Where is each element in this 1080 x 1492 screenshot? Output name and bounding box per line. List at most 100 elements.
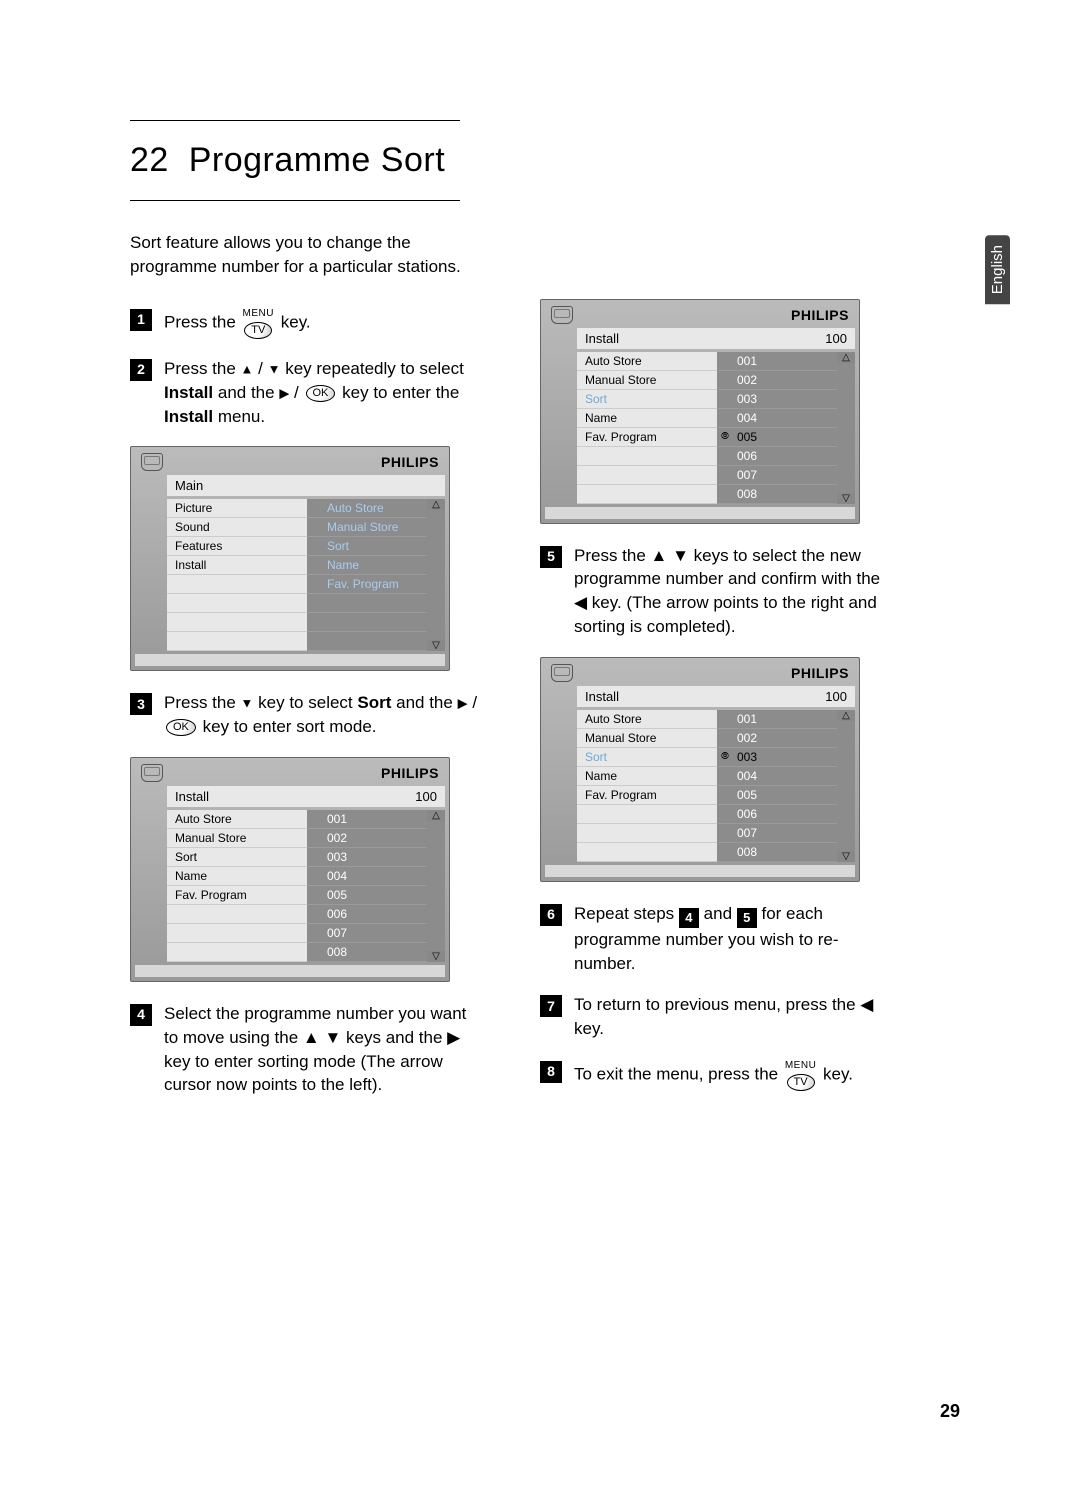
bold-text: Sort — [357, 693, 391, 712]
number-item: 005 — [717, 786, 837, 805]
step-text: Repeat steps — [574, 904, 674, 923]
brand-label: PHILIPS — [579, 665, 849, 681]
menu-item: Features — [167, 537, 307, 556]
submenu-item-empty — [307, 632, 427, 651]
step-1: 1 Press the MENU TV key. — [130, 307, 480, 339]
menu-tv-key: MENU TV — [785, 1059, 816, 1091]
panel-footer — [135, 654, 445, 666]
tv-menu-install-1: PHILIPS Install 100 Auto Store Manual St… — [130, 757, 450, 982]
menu-item-empty — [577, 824, 717, 843]
language-tab: English — [985, 235, 1010, 304]
submenu-item: Auto Store — [307, 499, 427, 518]
step-number: 8 — [540, 1061, 562, 1083]
menu-title: Install — [585, 331, 619, 346]
menu-item: Manual Store — [577, 371, 717, 390]
step-text: Press the — [164, 312, 236, 331]
step-text: key to enter sort mode. — [203, 717, 377, 736]
scrollbar: △ ▽ — [837, 352, 855, 504]
menu-item: Auto Store — [167, 810, 307, 829]
rule — [130, 120, 460, 121]
submenu-item-empty — [307, 594, 427, 613]
step-8: 8 To exit the menu, press the MENU TV ke… — [540, 1059, 890, 1091]
key-oval-label: OK — [306, 385, 336, 402]
rule — [130, 200, 460, 201]
tv-icon — [141, 453, 163, 471]
tv-menu-main: PHILIPS Main Picture Sound Features Inst… — [130, 446, 450, 671]
step-4: 4 Select the programme number you want t… — [130, 1002, 480, 1097]
heading-title: Programme Sort — [189, 141, 445, 179]
step-text: key. — [823, 1065, 853, 1084]
menu-title: Install — [585, 689, 619, 704]
brand-label: PHILIPS — [579, 307, 849, 323]
number-item: 008 — [717, 485, 837, 504]
menu-item-empty — [167, 632, 307, 651]
step-text: menu. — [218, 407, 265, 426]
menu-item-empty — [167, 613, 307, 632]
tv-icon — [141, 764, 163, 782]
scrollbar: △ ▽ — [427, 499, 445, 651]
number-item: 004 — [717, 409, 837, 428]
menu-item: Auto Store — [577, 352, 717, 371]
panel-footer — [545, 507, 855, 519]
number-item: 008 — [717, 843, 837, 862]
menu-item-empty — [577, 485, 717, 504]
ok-key: OK — [166, 719, 196, 736]
step-5: 5 Press the ▲ ▼ keys to select the new p… — [540, 544, 890, 639]
heading-number: 22 — [130, 141, 169, 179]
step-text: To exit the menu, press the — [574, 1065, 778, 1084]
menu-item-empty — [577, 843, 717, 862]
scroll-down-icon: ▽ — [427, 640, 445, 651]
panel-footer — [135, 965, 445, 977]
number-item: 001 — [307, 810, 427, 829]
brand-label: PHILIPS — [169, 454, 439, 470]
panel-footer — [545, 865, 855, 877]
number-item-selected: ⦾003 — [717, 748, 837, 767]
menu-item-empty — [577, 447, 717, 466]
menu-tv-key: MENU TV — [243, 307, 274, 339]
step-text: key repeatedly to select — [285, 359, 464, 378]
step-number: 5 — [540, 546, 562, 568]
down-icon: ▼ — [241, 696, 254, 711]
menu-title: Main — [175, 478, 203, 493]
menu-item-selected: Sort — [577, 748, 717, 767]
menu-item-empty — [167, 575, 307, 594]
step-text: and the — [396, 693, 453, 712]
submenu-item-empty — [307, 613, 427, 632]
step-text: and the — [218, 383, 275, 402]
scroll-down-icon: ▽ — [427, 951, 445, 962]
cursor-right-icon: ⦾ — [721, 751, 729, 762]
number-item: 002 — [307, 829, 427, 848]
menu-item: Manual Store — [577, 729, 717, 748]
menu-item-empty — [167, 943, 307, 962]
scrollbar: △ ▽ — [427, 810, 445, 962]
menu-item: Name — [577, 409, 717, 428]
menu-item: Manual Store — [167, 829, 307, 848]
tv-icon — [551, 306, 573, 324]
inline-ref-5: 5 — [737, 908, 757, 928]
step-text: key. — [281, 312, 311, 331]
step-2: 2 Press the ▲ / ▼ key repeatedly to sele… — [130, 357, 480, 428]
menu-item-selected: Sort — [577, 390, 717, 409]
up-icon: ▲ — [241, 361, 254, 376]
scroll-down-icon: ▽ — [837, 851, 855, 862]
step-text: To return to previous menu, press the ◀ … — [574, 993, 890, 1041]
step-number: 1 — [130, 309, 152, 331]
menu-item: Auto Store — [577, 710, 717, 729]
number-item: 004 — [307, 867, 427, 886]
menu-item: Fav. Program — [577, 786, 717, 805]
number-item: 006 — [717, 805, 837, 824]
scroll-down-icon: ▽ — [837, 493, 855, 504]
step-text: Press the — [164, 693, 236, 712]
scroll-up-icon: △ — [837, 352, 855, 363]
menu-item: Sort — [167, 848, 307, 867]
menu-item: Name — [167, 867, 307, 886]
tv-menu-install-2: PHILIPS Install 100 Auto Store Manual St… — [540, 299, 860, 524]
number-item: 003 — [717, 390, 837, 409]
scroll-up-icon: △ — [837, 710, 855, 721]
step-text: Press the — [164, 359, 236, 378]
step-text: key to enter the — [342, 383, 459, 402]
menu-title-right: 100 — [415, 789, 437, 804]
step-text: key to select — [258, 693, 353, 712]
number-item: 006 — [717, 447, 837, 466]
page-heading: 22 Programme Sort — [130, 141, 960, 180]
